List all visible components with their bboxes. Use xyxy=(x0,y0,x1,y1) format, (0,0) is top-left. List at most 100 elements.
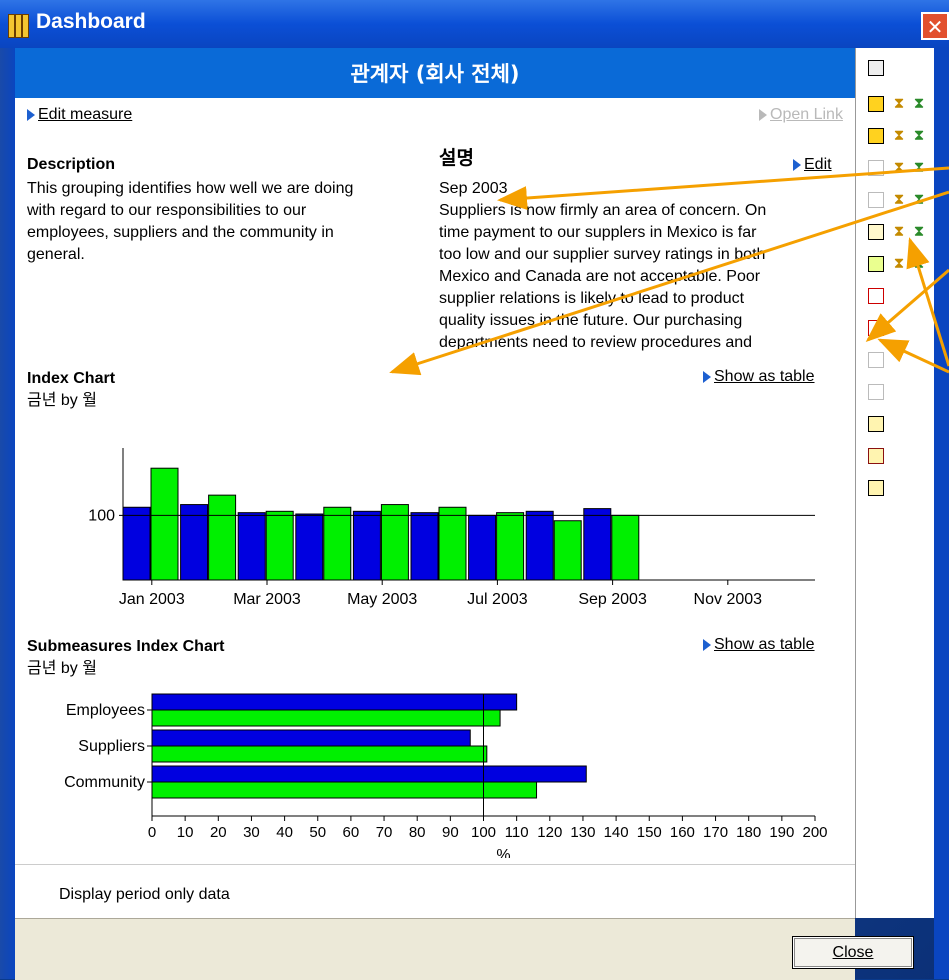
document-icon[interactable] xyxy=(868,384,884,400)
edit-link[interactable]: Edit xyxy=(793,156,832,174)
hourglass-icon[interactable]: ⧗ xyxy=(912,254,926,272)
bar-chart-icon[interactable] xyxy=(868,128,884,144)
x-tick-label: 140 xyxy=(604,824,629,841)
hourglass-icon[interactable]: ⧗ xyxy=(892,126,906,144)
edit-label: Edit xyxy=(804,156,832,173)
checkbox-label: Display period only data xyxy=(59,886,230,903)
submeasure-bar xyxy=(151,729,471,747)
x-tick-label: 10 xyxy=(177,824,194,841)
x-tick-label: Jan 2003 xyxy=(119,591,185,608)
open-link-link[interactable]: Open Link xyxy=(759,106,843,124)
index-bar xyxy=(295,513,324,581)
triangle-right-icon xyxy=(703,638,711,651)
index-bar xyxy=(410,512,439,581)
commentary-line: Mexico and Canada are not acceptable. Po… xyxy=(439,268,761,285)
x-tick-label: Jul 2003 xyxy=(467,591,528,608)
divider xyxy=(15,864,855,865)
submeasure-bar xyxy=(151,709,501,727)
hourglass-icon[interactable]: ⧗ xyxy=(892,190,906,208)
document-icon[interactable] xyxy=(868,352,884,368)
hourglass-icon[interactable]: ⧗ xyxy=(912,94,926,112)
index-bar xyxy=(352,510,381,581)
notepad-icon[interactable] xyxy=(868,416,884,432)
line-chart-icon[interactable] xyxy=(868,192,884,208)
sort-1-2-icon[interactable] xyxy=(868,288,884,304)
x-tick-label: Sep 2003 xyxy=(578,591,647,608)
triangle-right-icon xyxy=(793,158,801,171)
export-icon[interactable] xyxy=(868,448,884,464)
x-tick-label: Nov 2003 xyxy=(694,591,763,608)
main-panel: 관계자 (회사 전체) Edit measure Open Link Descr… xyxy=(15,48,855,953)
commentary-heading: 설명 xyxy=(439,148,474,169)
description-line: with regard to our responsibilities to o… xyxy=(27,202,307,219)
x-tick-label: 150 xyxy=(637,824,662,841)
hourglass-icon[interactable]: ⧗ xyxy=(892,94,906,112)
show-as-table-submeasures-link[interactable]: Show as table xyxy=(703,636,815,654)
x-tick-label: Mar 2003 xyxy=(233,591,301,608)
table-icon[interactable] xyxy=(868,224,884,240)
category-label: Employees xyxy=(66,702,145,719)
edit-measure-link[interactable]: Edit measure xyxy=(27,106,132,124)
submeasures-chart-title: Submeasures Index Chart xyxy=(27,638,225,655)
index-bar xyxy=(323,506,352,581)
x-axis-label: % xyxy=(496,847,510,858)
x-tick-label: 160 xyxy=(670,824,695,841)
window-left-edge xyxy=(0,48,15,979)
window-close-icon[interactable]: ✕ xyxy=(921,12,949,40)
bar-chart-icon[interactable] xyxy=(868,96,884,112)
index-bar xyxy=(553,520,582,581)
submeasures-chart: Employees Suppliers Community 0 10 20 30 40 50 60… xyxy=(64,693,828,858)
commentary-date: Sep 2003 xyxy=(439,180,508,197)
x-tick-label: 130 xyxy=(570,824,595,841)
line-chart-icon[interactable] xyxy=(868,160,884,176)
commentary-line: supplier relations is likely to lead to … xyxy=(439,290,745,307)
show-as-table-index-link[interactable]: Show as table xyxy=(703,368,815,386)
hourglass-icon[interactable]: ⧗ xyxy=(912,222,926,240)
hourglass-icon[interactable]: ⧗ xyxy=(912,190,926,208)
button-bar xyxy=(15,918,855,980)
x-tick-label: 110 xyxy=(505,824,529,841)
hourglass-icon[interactable]: ⧗ xyxy=(912,126,926,144)
hourglass-icon[interactable]: ⧗ xyxy=(912,158,926,176)
index-bar xyxy=(208,494,237,581)
x-tick-label: 190 xyxy=(769,824,794,841)
window-right-edge xyxy=(934,48,949,979)
index-bar xyxy=(583,508,612,581)
commentary-line: quality issues in the future. Our purcha… xyxy=(439,312,743,329)
index-chart-title: Index Chart xyxy=(27,370,116,387)
x-tick-label: 30 xyxy=(243,824,260,841)
description-line: employees, suppliers and the community i… xyxy=(27,224,334,241)
window-icon[interactable] xyxy=(868,60,884,76)
hourglass-icon[interactable]: ⧗ xyxy=(892,158,906,176)
index-bar xyxy=(496,512,525,581)
submeasure-bar xyxy=(151,765,587,783)
edit-measure-label: Edit measure xyxy=(38,106,133,123)
list-icon[interactable] xyxy=(868,480,884,496)
x-tick-label: 90 xyxy=(442,824,459,841)
hourglass-icon[interactable]: ⧗ xyxy=(892,254,906,272)
title-bar: Dashboard ✕ xyxy=(0,0,949,48)
x-tick-label: May 2003 xyxy=(347,591,417,608)
category-label: Suppliers xyxy=(78,738,145,755)
x-tick-label: 80 xyxy=(409,824,426,841)
index-bar xyxy=(525,510,554,581)
submeasures-chart-subtitle: 금년 by 월 xyxy=(27,660,97,677)
index-bar xyxy=(180,504,209,581)
dashboard-app-icon xyxy=(8,14,29,38)
x-tick-label: 60 xyxy=(343,824,360,841)
index-chart-subtitle: 금년 by 월 xyxy=(27,392,97,409)
index-bar xyxy=(150,467,179,581)
x-tick-label: 20 xyxy=(210,824,227,841)
index-bar xyxy=(611,514,640,581)
commentary-line: too low and our supplier survey ratings … xyxy=(439,246,766,263)
sort-2-1-icon[interactable] xyxy=(868,320,884,336)
hourglass-icon[interactable]: ⧗ xyxy=(892,222,906,240)
x-tick-label: 50 xyxy=(309,824,326,841)
submeasure-bar xyxy=(151,781,538,799)
table-icon[interactable] xyxy=(868,256,884,272)
index-bar xyxy=(468,514,497,581)
commentary-line: Suppliers is now firmly an area of conce… xyxy=(439,202,767,219)
index-bar xyxy=(265,510,294,581)
x-tick-label: 120 xyxy=(537,824,562,841)
close-button[interactable]: Close xyxy=(792,936,914,969)
